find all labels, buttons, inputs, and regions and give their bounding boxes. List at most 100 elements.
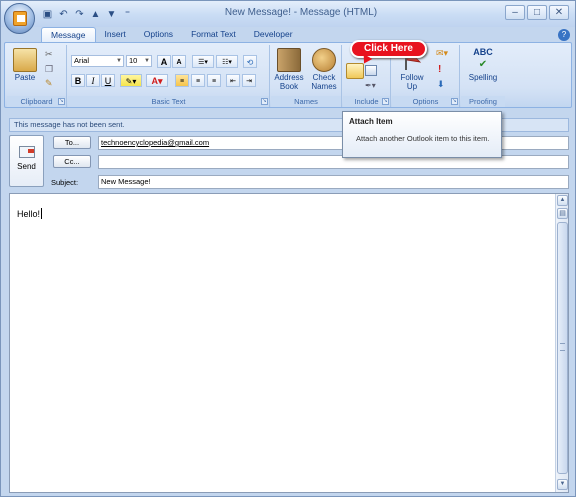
attach-file-icon[interactable] [346, 63, 364, 79]
ribbon-tabs: Message Insert Options Format Text Devel… [41, 27, 302, 43]
follow-up-label-2: Up [406, 82, 418, 91]
clipboard-launcher-icon[interactable]: ↘ [58, 98, 65, 105]
font-name-select[interactable]: Arial ▼ [71, 55, 124, 67]
grow-font-button[interactable]: A [157, 55, 171, 68]
window-title: New Message! - Message (HTML) [224, 7, 378, 18]
basic-text-group: Arial ▼ 10 ▼ A A ☰▾ ☷▾ ⟲ B I U ✎▾ A▾ ≡ ≡ ≡… [68, 45, 270, 107]
font-size-select[interactable]: 10 ▼ [126, 55, 152, 67]
tooltip-description: Attach another Outlook item to this item… [356, 134, 490, 143]
format-painter-icon[interactable]: ✎ [45, 78, 53, 89]
paste-button[interactable]: Paste [11, 48, 39, 82]
tooltip-title: Attach Item [349, 117, 393, 126]
include-launcher-icon[interactable]: ↘ [382, 98, 389, 105]
scroll-down-icon[interactable]: ▼ [557, 479, 568, 490]
names-group-label: Names [271, 96, 341, 107]
subject-field[interactable]: New Message! [98, 175, 569, 189]
send-label: Send [17, 162, 36, 171]
tab-message[interactable]: Message [41, 27, 96, 43]
options-group-label: Options [392, 96, 459, 107]
align-right-icon[interactable]: ≡ [207, 74, 221, 87]
bold-button[interactable]: B [71, 74, 85, 87]
checkmark-icon: ✔ [478, 59, 488, 70]
undo-icon[interactable]: ↶ [57, 8, 70, 21]
minimize-button[interactable]: – [505, 5, 525, 20]
ruler-toggle-icon[interactable]: ▤ [557, 208, 568, 219]
signature-icon[interactable]: ✒▾ [365, 81, 376, 90]
spelling-button[interactable]: ABC ✔ Spelling [464, 48, 502, 83]
numbering-icon[interactable]: ☷▾ [216, 55, 238, 68]
low-importance-icon[interactable]: ⬇ [437, 79, 445, 90]
clear-formatting-icon[interactable]: ⟲ [243, 55, 257, 68]
address-book-label-1: Address [274, 73, 304, 82]
help-icon[interactable]: ? [558, 29, 570, 41]
proofing-group: ABC ✔ Spelling Proofing [461, 45, 505, 107]
address-book-icon [277, 48, 301, 72]
font-size-value: 10 [129, 56, 138, 65]
to-button[interactable]: To... [53, 136, 91, 149]
basic-text-group-label: Basic Text [68, 96, 269, 107]
clipboard-group: Paste ✂ ❐ ✎ Clipboard ↘ [7, 45, 67, 107]
italic-button[interactable]: I [86, 74, 100, 87]
check-names-label-2: Names [311, 82, 337, 91]
chevron-down-icon: ▼ [116, 58, 122, 64]
attach-item-tooltip: Attach Item Attach another Outlook item … [342, 111, 502, 158]
customize-icon[interactable]: ⁼ [121, 8, 134, 21]
text-caret [41, 208, 43, 219]
check-names-label-1: Check [312, 73, 336, 82]
subject-label: Subject: [51, 178, 79, 187]
address-book-label-2: Book [279, 82, 299, 91]
font-color-icon[interactable]: A▾ [146, 74, 168, 87]
close-button[interactable]: ✕ [549, 5, 569, 20]
highlight-icon[interactable]: ✎▾ [120, 74, 142, 87]
increase-indent-icon[interactable]: ⇥ [242, 74, 256, 87]
attach-item-icon[interactable] [365, 65, 377, 76]
next-icon[interactable]: ▼ [105, 8, 118, 21]
scroll-up-icon[interactable]: ▲ [557, 195, 568, 206]
permission-icon[interactable]: ✉▾ [436, 48, 448, 59]
window-controls: – □ ✕ [505, 5, 569, 20]
proofing-group-label: Proofing [461, 96, 505, 107]
paste-icon [13, 48, 37, 72]
follow-up-label-1: Follow [400, 73, 424, 82]
copy-icon[interactable]: ❐ [45, 64, 53, 75]
tab-insert[interactable]: Insert [96, 27, 135, 43]
body-text[interactable]: Hello! [17, 208, 43, 219]
send-icon [18, 146, 35, 158]
align-left-icon[interactable]: ≡ [175, 74, 189, 87]
ribbon: Paste ✂ ❐ ✎ Clipboard ↘ Arial ▼ 10 ▼ A A ☰… [4, 42, 572, 108]
font-name-value: Arial [74, 56, 90, 65]
decrease-indent-icon[interactable]: ⇤ [226, 74, 240, 87]
office-button[interactable] [4, 3, 35, 34]
outlook-message-window: ▣ ↶ ↷ ▲ ▼ ⁼ New Message! - Message (HTML… [0, 0, 576, 497]
tab-format-text[interactable]: Format Text [182, 27, 245, 43]
options-launcher-icon[interactable]: ↘ [451, 98, 458, 105]
address-book-button[interactable]: Address Book [272, 48, 306, 91]
basic-text-launcher-icon[interactable]: ↘ [261, 98, 268, 105]
tab-developer[interactable]: Developer [245, 27, 302, 43]
vertical-scrollbar[interactable]: ▲ ▤ ▼ [555, 194, 568, 492]
cut-icon[interactable]: ✂ [45, 49, 53, 60]
body-text-content: Hello! [17, 209, 41, 219]
chevron-down-icon: ▼ [144, 58, 150, 64]
check-names-icon [312, 48, 336, 72]
scrollbar-grip-icon [560, 343, 565, 351]
send-button[interactable]: Send [9, 135, 44, 187]
maximize-button[interactable]: □ [527, 5, 547, 20]
cc-button[interactable]: Cc... [53, 155, 91, 168]
previous-icon[interactable]: ▲ [89, 8, 102, 21]
save-icon[interactable]: ▣ [41, 8, 54, 21]
names-group: Address Book Check Names Names [271, 45, 342, 107]
title-bar: ▣ ↶ ↷ ▲ ▼ ⁼ New Message! - Message (HTML… [1, 1, 575, 27]
check-names-button[interactable]: Check Names [307, 48, 341, 91]
paste-label: Paste [14, 73, 36, 82]
shrink-font-button[interactable]: A [172, 55, 186, 68]
message-body[interactable]: Hello! ▲ ▤ ▼ [9, 193, 569, 493]
underline-button[interactable]: U [101, 74, 115, 87]
bullets-icon[interactable]: ☰▾ [192, 55, 214, 68]
tab-options[interactable]: Options [135, 27, 182, 43]
align-center-icon[interactable]: ≡ [191, 74, 205, 87]
redo-icon[interactable]: ↷ [73, 8, 86, 21]
high-importance-icon[interactable]: ! [438, 64, 441, 75]
quick-access-toolbar: ▣ ↶ ↷ ▲ ▼ ⁼ [41, 7, 134, 21]
scrollbar-thumb[interactable] [557, 222, 568, 474]
